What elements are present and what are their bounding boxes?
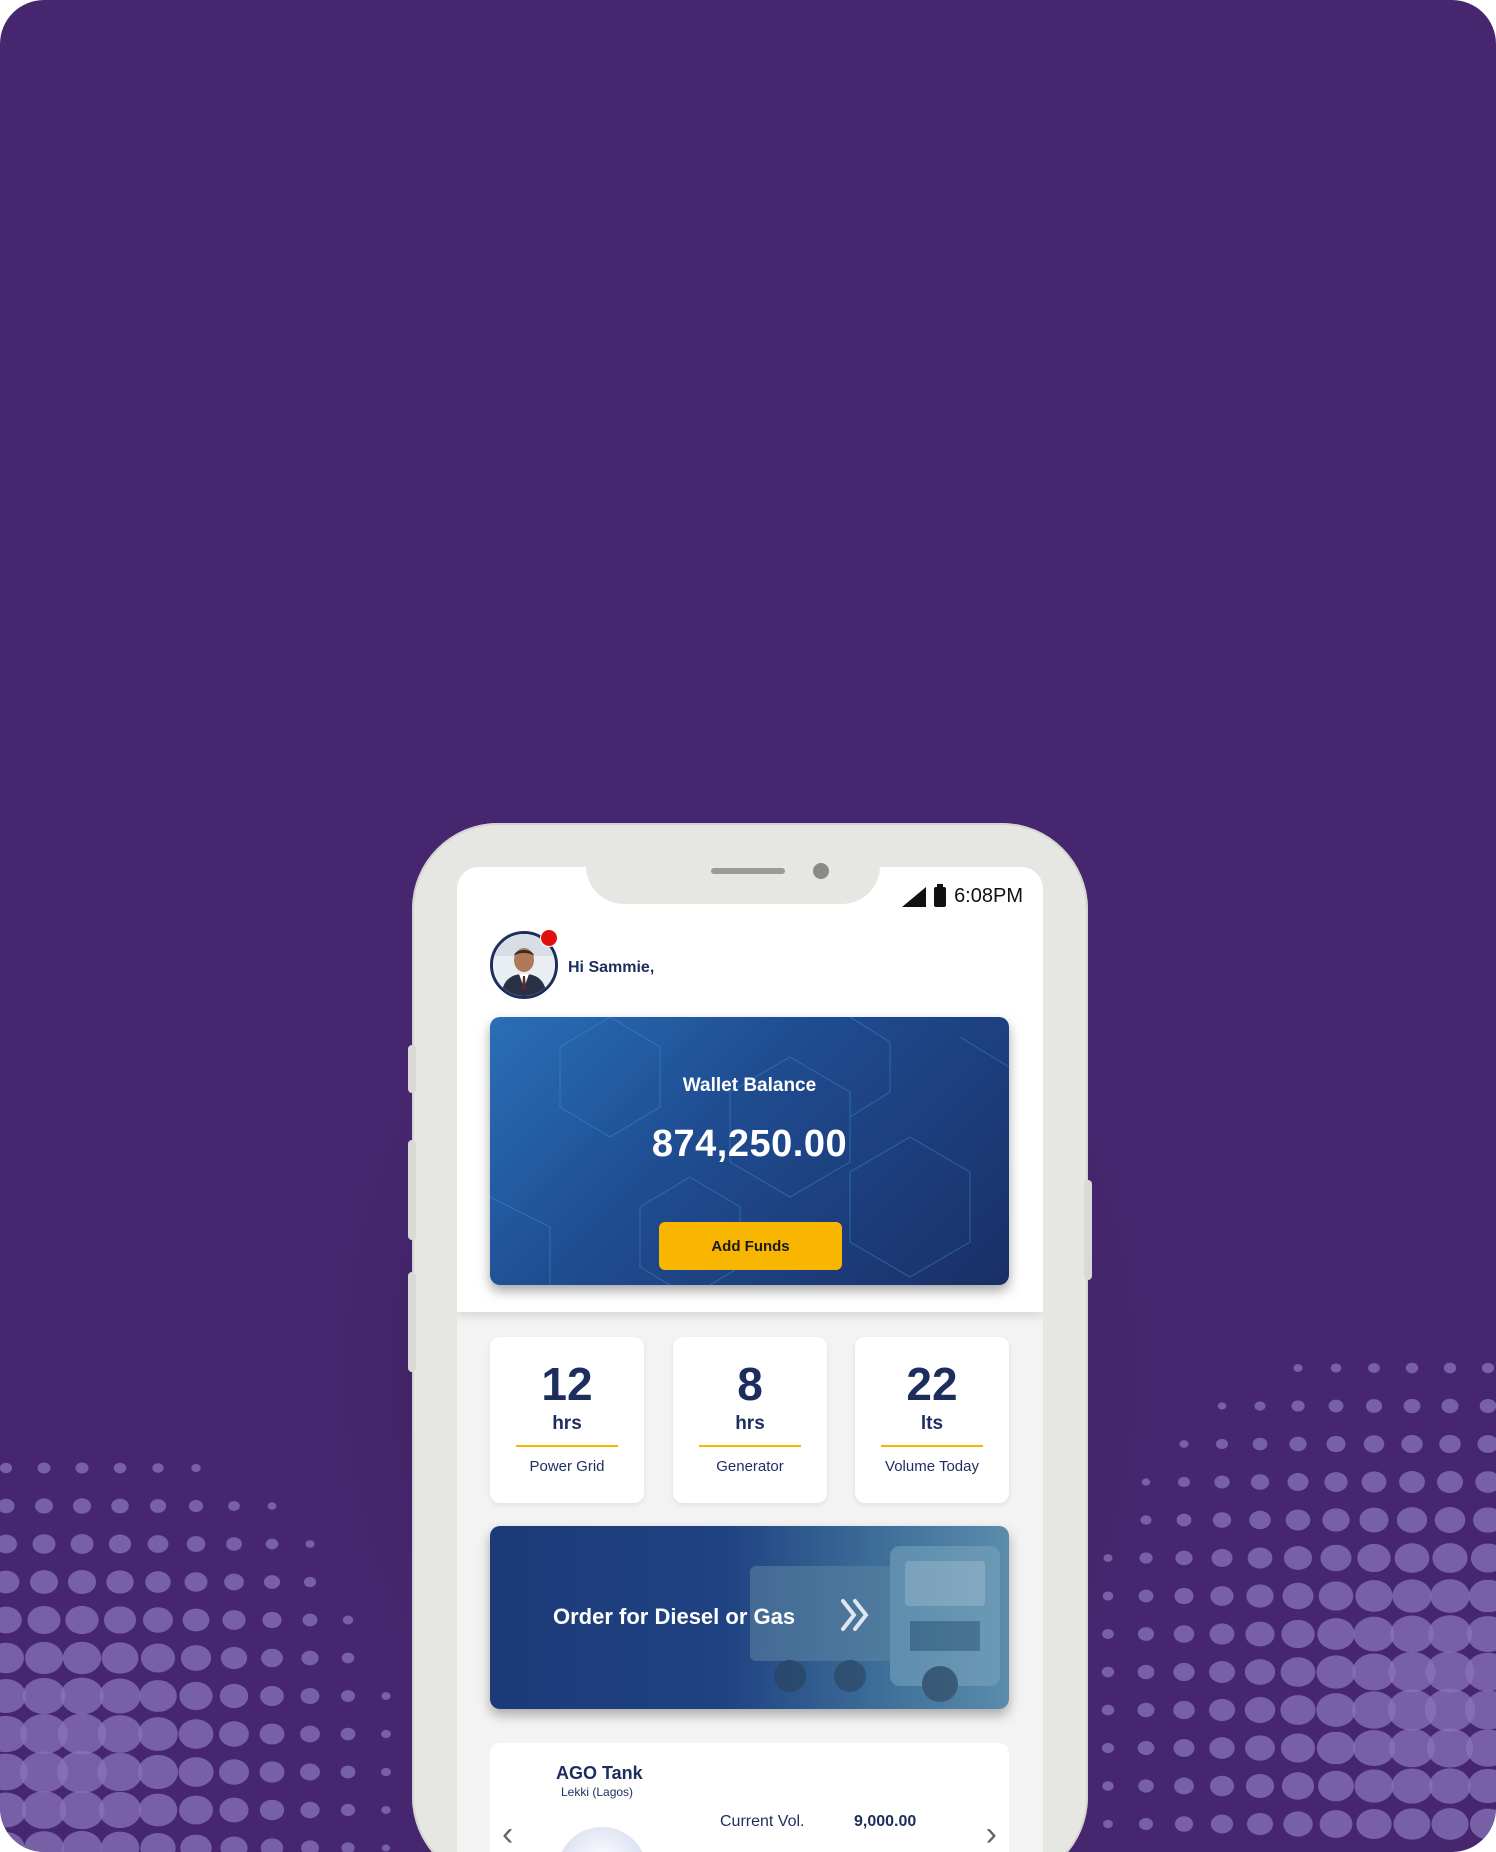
wallet-title: Wallet Balance bbox=[682, 1075, 817, 1096]
stat-value: 22 bbox=[906, 1358, 958, 1410]
stat-unit: lts bbox=[920, 1413, 944, 1434]
tank-card: AGO Tank Lekki (Lagos) Current Vol. 9,00… bbox=[490, 1743, 1009, 1852]
stat-divider bbox=[881, 1445, 983, 1447]
header-card: 6:08PM Hi Sammie, Wallet Balance 874,250… bbox=[457, 867, 1043, 1312]
app-screen: 6:08PM Hi Sammie, Wallet Balance 874,250… bbox=[457, 867, 1043, 1852]
signal-icon bbox=[902, 886, 927, 907]
current-vol-label: Current Vol. bbox=[720, 1813, 805, 1830]
stat-card-volume-today[interactable]: 22 lts Volume Today bbox=[855, 1337, 1009, 1503]
phone-camera bbox=[813, 863, 829, 879]
double-chevron-right-icon bbox=[841, 1599, 869, 1631]
stat-divider bbox=[699, 1445, 801, 1447]
wallet-amount: 874,250.00 bbox=[651, 1123, 848, 1165]
greeting-text: Hi Sammie, bbox=[568, 959, 655, 976]
tank-title: AGO Tank bbox=[556, 1763, 643, 1783]
stat-card-power-grid[interactable]: 12 hrs Power Grid bbox=[490, 1337, 644, 1503]
stat-label: Volume Today bbox=[885, 1458, 979, 1475]
tank-level-gauge bbox=[557, 1827, 647, 1852]
chevron-right-icon[interactable]: › bbox=[986, 1815, 997, 1852]
battery-icon bbox=[934, 883, 947, 907]
phone-power-button bbox=[1084, 1180, 1092, 1280]
stat-card-generator[interactable]: 8 hrs Generator bbox=[673, 1337, 827, 1503]
notification-dot bbox=[540, 929, 558, 947]
stat-label: Generator bbox=[716, 1458, 784, 1475]
stat-label: Power Grid bbox=[529, 1458, 605, 1475]
stat-value: 8 bbox=[737, 1358, 763, 1410]
marketing-background: 6:08PM Hi Sammie, Wallet Balance 874,250… bbox=[0, 0, 1496, 1852]
phone-speaker bbox=[711, 868, 785, 874]
stat-unit: hrs bbox=[552, 1413, 582, 1434]
phone-mute-button bbox=[408, 1045, 416, 1093]
status-bar: 6:08PM bbox=[902, 883, 1023, 908]
phone-volume-down-button bbox=[408, 1272, 416, 1372]
chevron-left-icon[interactable]: ‹ bbox=[502, 1815, 513, 1852]
stat-value: 12 bbox=[541, 1358, 593, 1410]
order-diesel-gas-banner[interactable]: Order for Diesel or Gas bbox=[490, 1526, 1009, 1709]
stat-unit: hrs bbox=[735, 1413, 765, 1434]
status-time: 6:08PM bbox=[954, 885, 1023, 907]
stat-divider bbox=[516, 1445, 618, 1447]
add-funds-button[interactable]: Add Funds bbox=[659, 1222, 842, 1270]
wallet-card: Wallet Balance 874,250.00 Add Funds bbox=[490, 1017, 1009, 1285]
current-vol-value: 9,000.00 bbox=[854, 1813, 917, 1830]
phone-volume-up-button bbox=[408, 1140, 416, 1240]
order-banner-label: Order for Diesel or Gas bbox=[553, 1604, 796, 1629]
tank-location: Lekki (Lagos) bbox=[561, 1785, 634, 1799]
